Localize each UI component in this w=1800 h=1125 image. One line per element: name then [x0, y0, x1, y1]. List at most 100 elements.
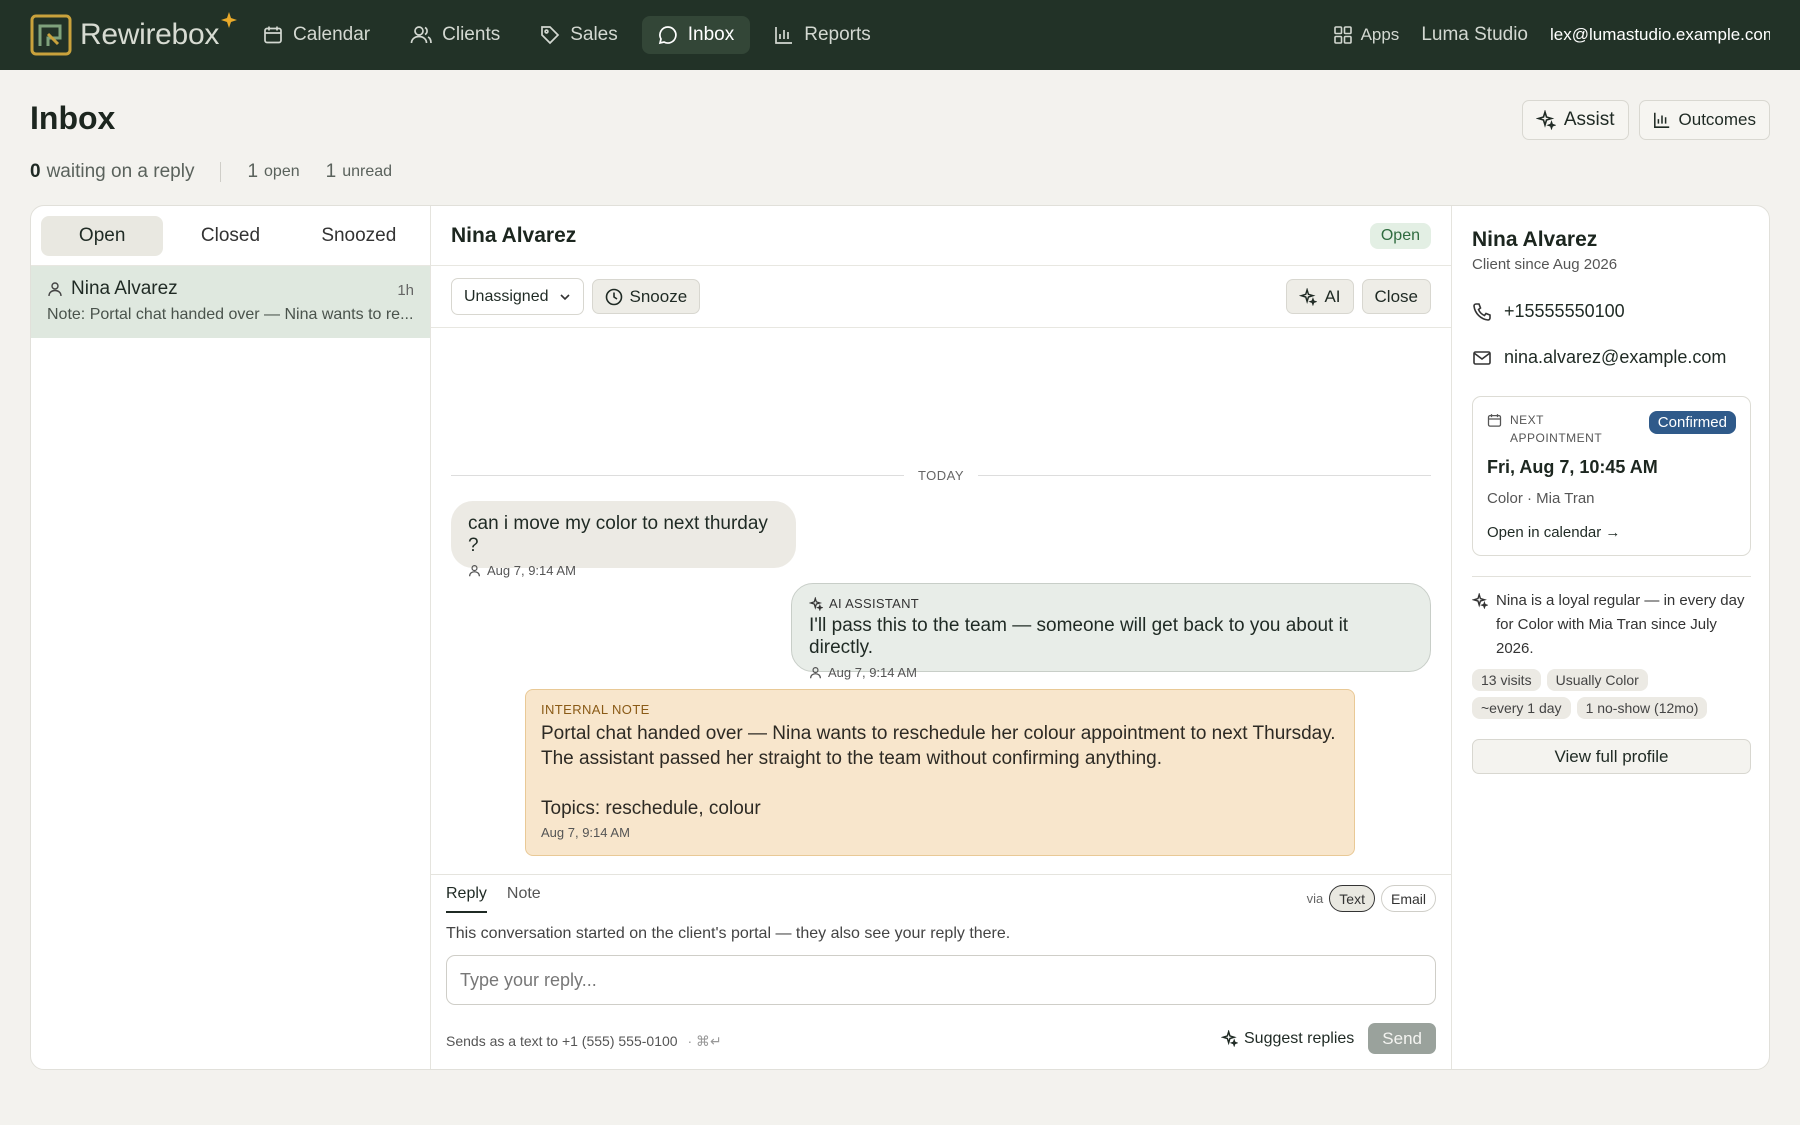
- nav-calendar[interactable]: Calendar: [247, 16, 386, 54]
- thread-toolbar: Unassigned Snooze AI Close: [431, 266, 1451, 328]
- nav-inbox[interactable]: Inbox: [641, 16, 751, 54]
- snooze-button[interactable]: Snooze: [591, 279, 701, 314]
- appointment-label: NEXT APPOINTMENT: [1510, 413, 1603, 445]
- calendar-icon: [263, 25, 283, 45]
- divider: [1472, 576, 1751, 577]
- send-shortcut: · ⌘↵: [687, 1033, 722, 1049]
- stats-divider: [220, 162, 222, 182]
- nav-clients-label: Clients: [442, 24, 501, 45]
- tab-reply[interactable]: Reply: [446, 885, 487, 913]
- appointment-status-badge: Confirmed: [1648, 411, 1736, 434]
- logo-icon: [30, 14, 72, 56]
- nav-clients[interactable]: Clients: [394, 16, 516, 54]
- snooze-label: Snooze: [629, 286, 688, 306]
- channel-text[interactable]: Text: [1329, 885, 1375, 912]
- studio-name[interactable]: Luma Studio: [1421, 24, 1528, 46]
- chevron-down-icon: [559, 291, 571, 303]
- conversation-preview: Note: Portal chat handed over — Nina wan…: [47, 306, 414, 323]
- phone-value: +15555550100: [1504, 301, 1625, 321]
- mail-icon: [1472, 348, 1492, 368]
- message-time: Aug 7, 9:14 AM: [487, 563, 576, 578]
- sparkle-icon: [221, 12, 238, 28]
- client-name: Nina Alvarez: [1472, 228, 1598, 251]
- inbox-stats: 0 waiting on a reply 1 open 1 unread: [30, 161, 392, 183]
- message-text: I'll pass this to the team — someone wil…: [809, 615, 1349, 658]
- send-button[interactable]: Send: [1368, 1023, 1436, 1054]
- bar-chart-icon: [1653, 111, 1671, 129]
- tab-open[interactable]: Open: [41, 215, 164, 256]
- message-text: can i move my color to next thurday ?: [468, 513, 768, 556]
- ai-message-label: AI ASSISTANT: [829, 596, 920, 611]
- assist-button[interactable]: Assist: [1521, 100, 1629, 140]
- apps-label: Apps: [1360, 25, 1400, 44]
- unread-label: unread: [342, 163, 393, 180]
- user-icon: [468, 564, 481, 577]
- calendar-icon: [1487, 413, 1502, 428]
- phone-icon: [1472, 302, 1492, 322]
- user-email[interactable]: lex@lumastudio.example.com: [1550, 25, 1770, 45]
- client-phone[interactable]: +15555550100: [1472, 301, 1751, 322]
- nav-sales-label: Sales: [570, 24, 618, 45]
- thread-title: Nina Alvarez: [451, 223, 577, 247]
- note-time: Aug 7, 9:14 AM: [541, 825, 630, 840]
- tab-note[interactable]: Note: [507, 885, 541, 913]
- nav-inbox-label: Inbox: [687, 24, 735, 45]
- outcomes-label: Outcomes: [1678, 110, 1756, 129]
- tag-frequency: ~every 1 day: [1472, 697, 1571, 719]
- assist-label: Assist: [1563, 109, 1615, 130]
- ai-button[interactable]: AI: [1286, 279, 1354, 314]
- header-actions: Assist Outcomes: [1521, 100, 1770, 140]
- tag-icon: [540, 25, 560, 45]
- ai-label: AI: [1324, 286, 1341, 306]
- reply-input[interactable]: [446, 955, 1436, 1005]
- app-logo[interactable]: Rewirebox: [30, 12, 238, 56]
- via-label: via: [1306, 891, 1324, 906]
- close-conversation-button[interactable]: Close: [1361, 279, 1431, 314]
- user-icon: [47, 281, 63, 297]
- tab-snoozed[interactable]: Snoozed: [298, 216, 420, 256]
- channel-email[interactable]: Email: [1380, 885, 1436, 912]
- internal-note: INTERNAL NOTE Portal chat handed over — …: [525, 689, 1355, 856]
- nav-reports-label: Reports: [804, 24, 871, 45]
- composer-hint: This conversation started on the client'…: [446, 925, 1011, 942]
- conversation-item[interactable]: Nina Alvarez 1h Note: Portal chat handed…: [31, 266, 430, 338]
- open-in-calendar-link[interactable]: Open in calendar →: [1487, 524, 1736, 541]
- nav-reports[interactable]: Reports: [758, 16, 887, 54]
- sparkle-icon: [1221, 1030, 1238, 1047]
- client-tags: 13 visits Usually Color ~every 1 day 1 n…: [1472, 669, 1751, 719]
- suggest-replies-button[interactable]: Suggest replies: [1221, 1030, 1354, 1048]
- tag-usual-service: Usually Color: [1546, 669, 1648, 691]
- assignee-select[interactable]: Unassigned: [451, 278, 584, 315]
- apps-button[interactable]: Apps: [1333, 25, 1400, 45]
- bar-chart-icon: [774, 25, 794, 45]
- conversation-time: 1h: [397, 282, 414, 299]
- status-badge: Open: [1369, 222, 1431, 249]
- outcomes-button[interactable]: Outcomes: [1638, 100, 1770, 140]
- nav-sales[interactable]: Sales: [524, 16, 634, 54]
- client-email[interactable]: nina.alvarez@example.com: [1472, 347, 1751, 368]
- sparkle-icon: [1535, 110, 1556, 130]
- app-name: Rewirebox: [80, 12, 238, 52]
- status-tabs: Open Closed Snoozed: [31, 206, 430, 266]
- tag-no-shows: 1 no-show (12mo): [1576, 697, 1708, 719]
- reply-composer: Reply Note via Text Email This conversat…: [431, 874, 1451, 1069]
- tab-closed[interactable]: Closed: [169, 216, 291, 256]
- view-full-profile-button[interactable]: View full profile: [1472, 739, 1751, 774]
- sparkle-icon: [809, 596, 823, 611]
- suggest-replies-label: Suggest replies: [1244, 1029, 1355, 1047]
- open-label: open: [264, 163, 300, 180]
- top-right: Apps Luma Studio lex@lumastudio.example.…: [1333, 24, 1770, 46]
- sends-as-text: Sends as a text to +1 (555) 555-0100: [446, 1033, 678, 1049]
- waiting-count: 0: [30, 161, 41, 182]
- conversation-name: Nina Alvarez: [71, 278, 178, 299]
- tag-visits: 13 visits: [1472, 669, 1541, 691]
- client-summary: Nina is a loyal regular — in every day f…: [1472, 589, 1751, 661]
- clock-icon: [605, 288, 623, 306]
- message-time: Aug 7, 9:14 AM: [828, 665, 917, 680]
- summary-text: Nina is a loyal regular — in every day f…: [1496, 592, 1745, 657]
- note-label: INTERNAL NOTE: [541, 702, 650, 717]
- client-since: Client since Aug 2026: [1472, 256, 1618, 273]
- note-text: Portal chat handed over — Nina wants to …: [541, 723, 1336, 819]
- users-icon: [410, 25, 432, 45]
- open-count: 1: [247, 161, 259, 182]
